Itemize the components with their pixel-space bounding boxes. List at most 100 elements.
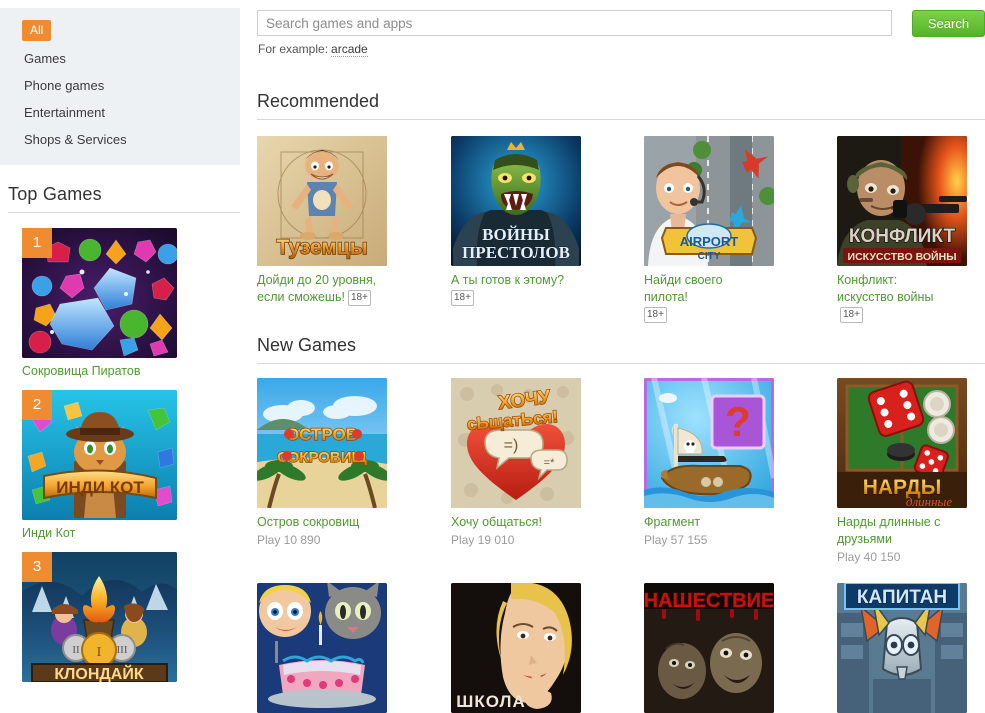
game-thumbnail[interactable]: AIRPORT CITY [644,136,774,266]
game-thumbnail[interactable]: ШКОЛА [451,583,581,713]
conflict-artwork: КОНФЛИКТ ИСКУССТВО ВОЙНЫ [837,136,967,266]
school-artwork: ШКОЛА [451,583,581,713]
rank-badge: 2 [22,390,52,420]
game-thumbnail[interactable]: КАПИТАН [837,583,967,713]
svg-text:НАШЕСТВИЕ: НАШЕСТВИЕ [644,590,774,612]
category-nav: All Games Phone games Entertainment Shop… [0,8,240,165]
top-games-divider [8,212,240,213]
island-artwork: ОСТРОВ СОКРОВИЩ [257,378,387,508]
game-thumbnail[interactable] [257,583,387,713]
game-card[interactable]: НАШЕСТВИЕ [644,583,774,713]
svg-text:=): =) [504,437,519,454]
game-title[interactable]: Фрагмент [644,514,764,531]
invasion-artwork: НАШЕСТВИЕ [644,583,774,713]
thrones-artwork: ВОЙНЫ ПРЕСТОЛОВ [451,136,581,266]
cake-artwork [257,583,387,713]
top-games-title: Top Games [8,184,102,204]
search-input[interactable] [257,10,892,36]
search-button[interactable]: Search [912,10,985,37]
game-thumbnail[interactable]: ВОЙНЫ ПРЕСТОЛОВ [451,136,581,266]
age-badge: 18+ [347,290,371,306]
game-title[interactable]: А ты готов к этому? 18+ [451,272,571,306]
play-count: Play 57 155 [644,533,708,547]
app-page: All Games Phone games Entertainment Shop… [0,0,985,713]
top-game-thumbnail[interactable]: 3 II III I КЛОНДАЙК [22,552,177,682]
svg-text:II: II [72,644,80,656]
svg-text:AIRPORT: AIRPORT [680,234,739,249]
airport-artwork: AIRPORT CITY [644,136,774,266]
svg-text:CITY: CITY [698,251,721,262]
game-card[interactable]: AIRPORT CITY Найди своего пилота! 18+ [644,136,774,323]
game-card[interactable]: НАРДЫ длинные Нарды длинные с друзьями P… [837,378,967,564]
game-card[interactable]: КАПИТАН [837,583,967,713]
svg-text:Туземцы: Туземцы [276,236,367,259]
sidebar-item-entertainment[interactable]: Entertainment [0,99,240,126]
svg-text:ИСКУССТВО ВОЙНЫ: ИСКУССТВО ВОЙНЫ [848,250,957,263]
game-thumbnail[interactable]: НАШЕСТВИЕ [644,583,774,713]
game-title[interactable]: Дойди до 20 уровня, если сможешь! 18+ [257,272,377,306]
sidebar-item-all[interactable]: All [22,20,240,41]
game-thumbnail[interactable]: НАРДЫ длинные [837,378,967,508]
top-games-list: 1 Сокровища Пиратов 2 ИНДИ КОТ Инди Кот … [8,228,240,694]
rank-badge: 1 [22,228,52,258]
game-card[interactable]: Туземцы Дойди до 20 уровня, если сможешь… [257,136,387,306]
sidebar-item-games[interactable]: Games [0,45,240,72]
game-card[interactable]: =) =* ХОЧУ сЬщатЬся! Хочу общаться! Play… [451,378,581,547]
game-card[interactable] [257,583,387,713]
top-game-title[interactable]: Инди Кот [22,526,240,540]
game-title[interactable]: Найди своего пилота! 18+ [644,272,764,323]
game-thumbnail[interactable]: ? [644,378,774,508]
svg-text:ВОЙНЫ: ВОЙНЫ [482,225,550,244]
play-count: Play 40 150 [837,550,901,564]
svg-text:ПРЕСТОЛОВ: ПРЕСТОЛОВ [462,243,570,262]
svg-text:ШКОЛА: ШКОЛА [456,692,525,711]
play-count: Play 10 890 [257,533,321,547]
svg-text:ОСТРОВ: ОСТРОВ [286,425,358,444]
list-item[interactable]: 1 Сокровища Пиратов [8,228,240,378]
svg-text:КАПИТАН: КАПИТАН [857,587,947,608]
recommended-divider [257,119,985,120]
game-thumbnail[interactable]: КОНФЛИКТ ИСКУССТВО ВОЙНЫ [837,136,967,266]
sidebar-item-shops-services[interactable]: Shops & Services [0,126,240,153]
svg-text:?: ? [725,398,751,445]
svg-text:КОНФЛИКТ: КОНФЛИКТ [849,226,956,247]
fragment-artwork: ? [644,378,774,508]
svg-text:ИНДИ КОТ: ИНДИ КОТ [56,478,144,497]
new-games-section-title: New Games [257,335,357,355]
sidebar-item-label: All [22,20,52,41]
list-item[interactable]: 3 II III I КЛОНДАЙК [8,552,240,682]
game-card[interactable]: ВОЙНЫ ПРЕСТОЛОВ А ты готов к этому? 18+ [451,136,581,306]
top-game-title[interactable]: Сокровища Пиратов [22,364,240,378]
game-thumbnail[interactable]: ОСТРОВ СОКРОВИЩ [257,378,387,508]
rank-badge: 3 [22,552,52,582]
tuzemcy-artwork: Туземцы [257,136,387,266]
search-bar: Search [257,10,985,38]
search-example: For example: arcade [258,42,368,57]
recommended-section-title: Recommended [257,91,380,111]
sidebar-item-phone-games[interactable]: Phone games [0,72,240,99]
svg-text:КЛОНДАЙК: КЛОНДАЙК [54,664,143,682]
kapitan-artwork: КАПИТАН [837,583,967,713]
game-title[interactable]: Нарды длинные с друзьями [837,514,957,548]
svg-text:III: III [117,644,128,656]
game-thumbnail[interactable]: =) =* ХОЧУ сЬщатЬся! [451,378,581,508]
top-game-thumbnail[interactable]: 1 [22,228,177,358]
age-badge: 18+ [451,290,474,306]
sidebar: All Games Phone games Entertainment Shop… [0,0,240,685]
age-badge: 18+ [840,307,863,323]
main-content: Search For example:arcade Recommended [257,0,985,713]
svg-text:=*: =* [544,457,555,469]
game-title[interactable]: Конфликт: искусство войны18+ [837,272,957,323]
game-card[interactable]: ОСТРОВ СОКРОВИЩ Остров сокровищ Play 10 … [257,378,387,547]
game-card[interactable]: КОНФЛИКТ ИСКУССТВО ВОЙНЫ Конфликт: искус… [837,136,967,323]
list-item[interactable]: 2 ИНДИ КОТ Инди Кот [8,390,240,540]
age-badge: 18+ [644,307,667,323]
game-thumbnail[interactable]: Туземцы [257,136,387,266]
game-card[interactable]: ШКОЛА [451,583,581,713]
game-card[interactable]: ? Фрагмент Play 57 155 [644,378,774,547]
game-title[interactable]: Остров сокровищ [257,514,377,531]
chat-artwork: =) =* ХОЧУ сЬщатЬся! [451,378,581,508]
top-game-thumbnail[interactable]: 2 ИНДИ КОТ [22,390,177,520]
search-example-link[interactable]: arcade [331,42,368,57]
game-title[interactable]: Хочу общаться! [451,514,571,531]
